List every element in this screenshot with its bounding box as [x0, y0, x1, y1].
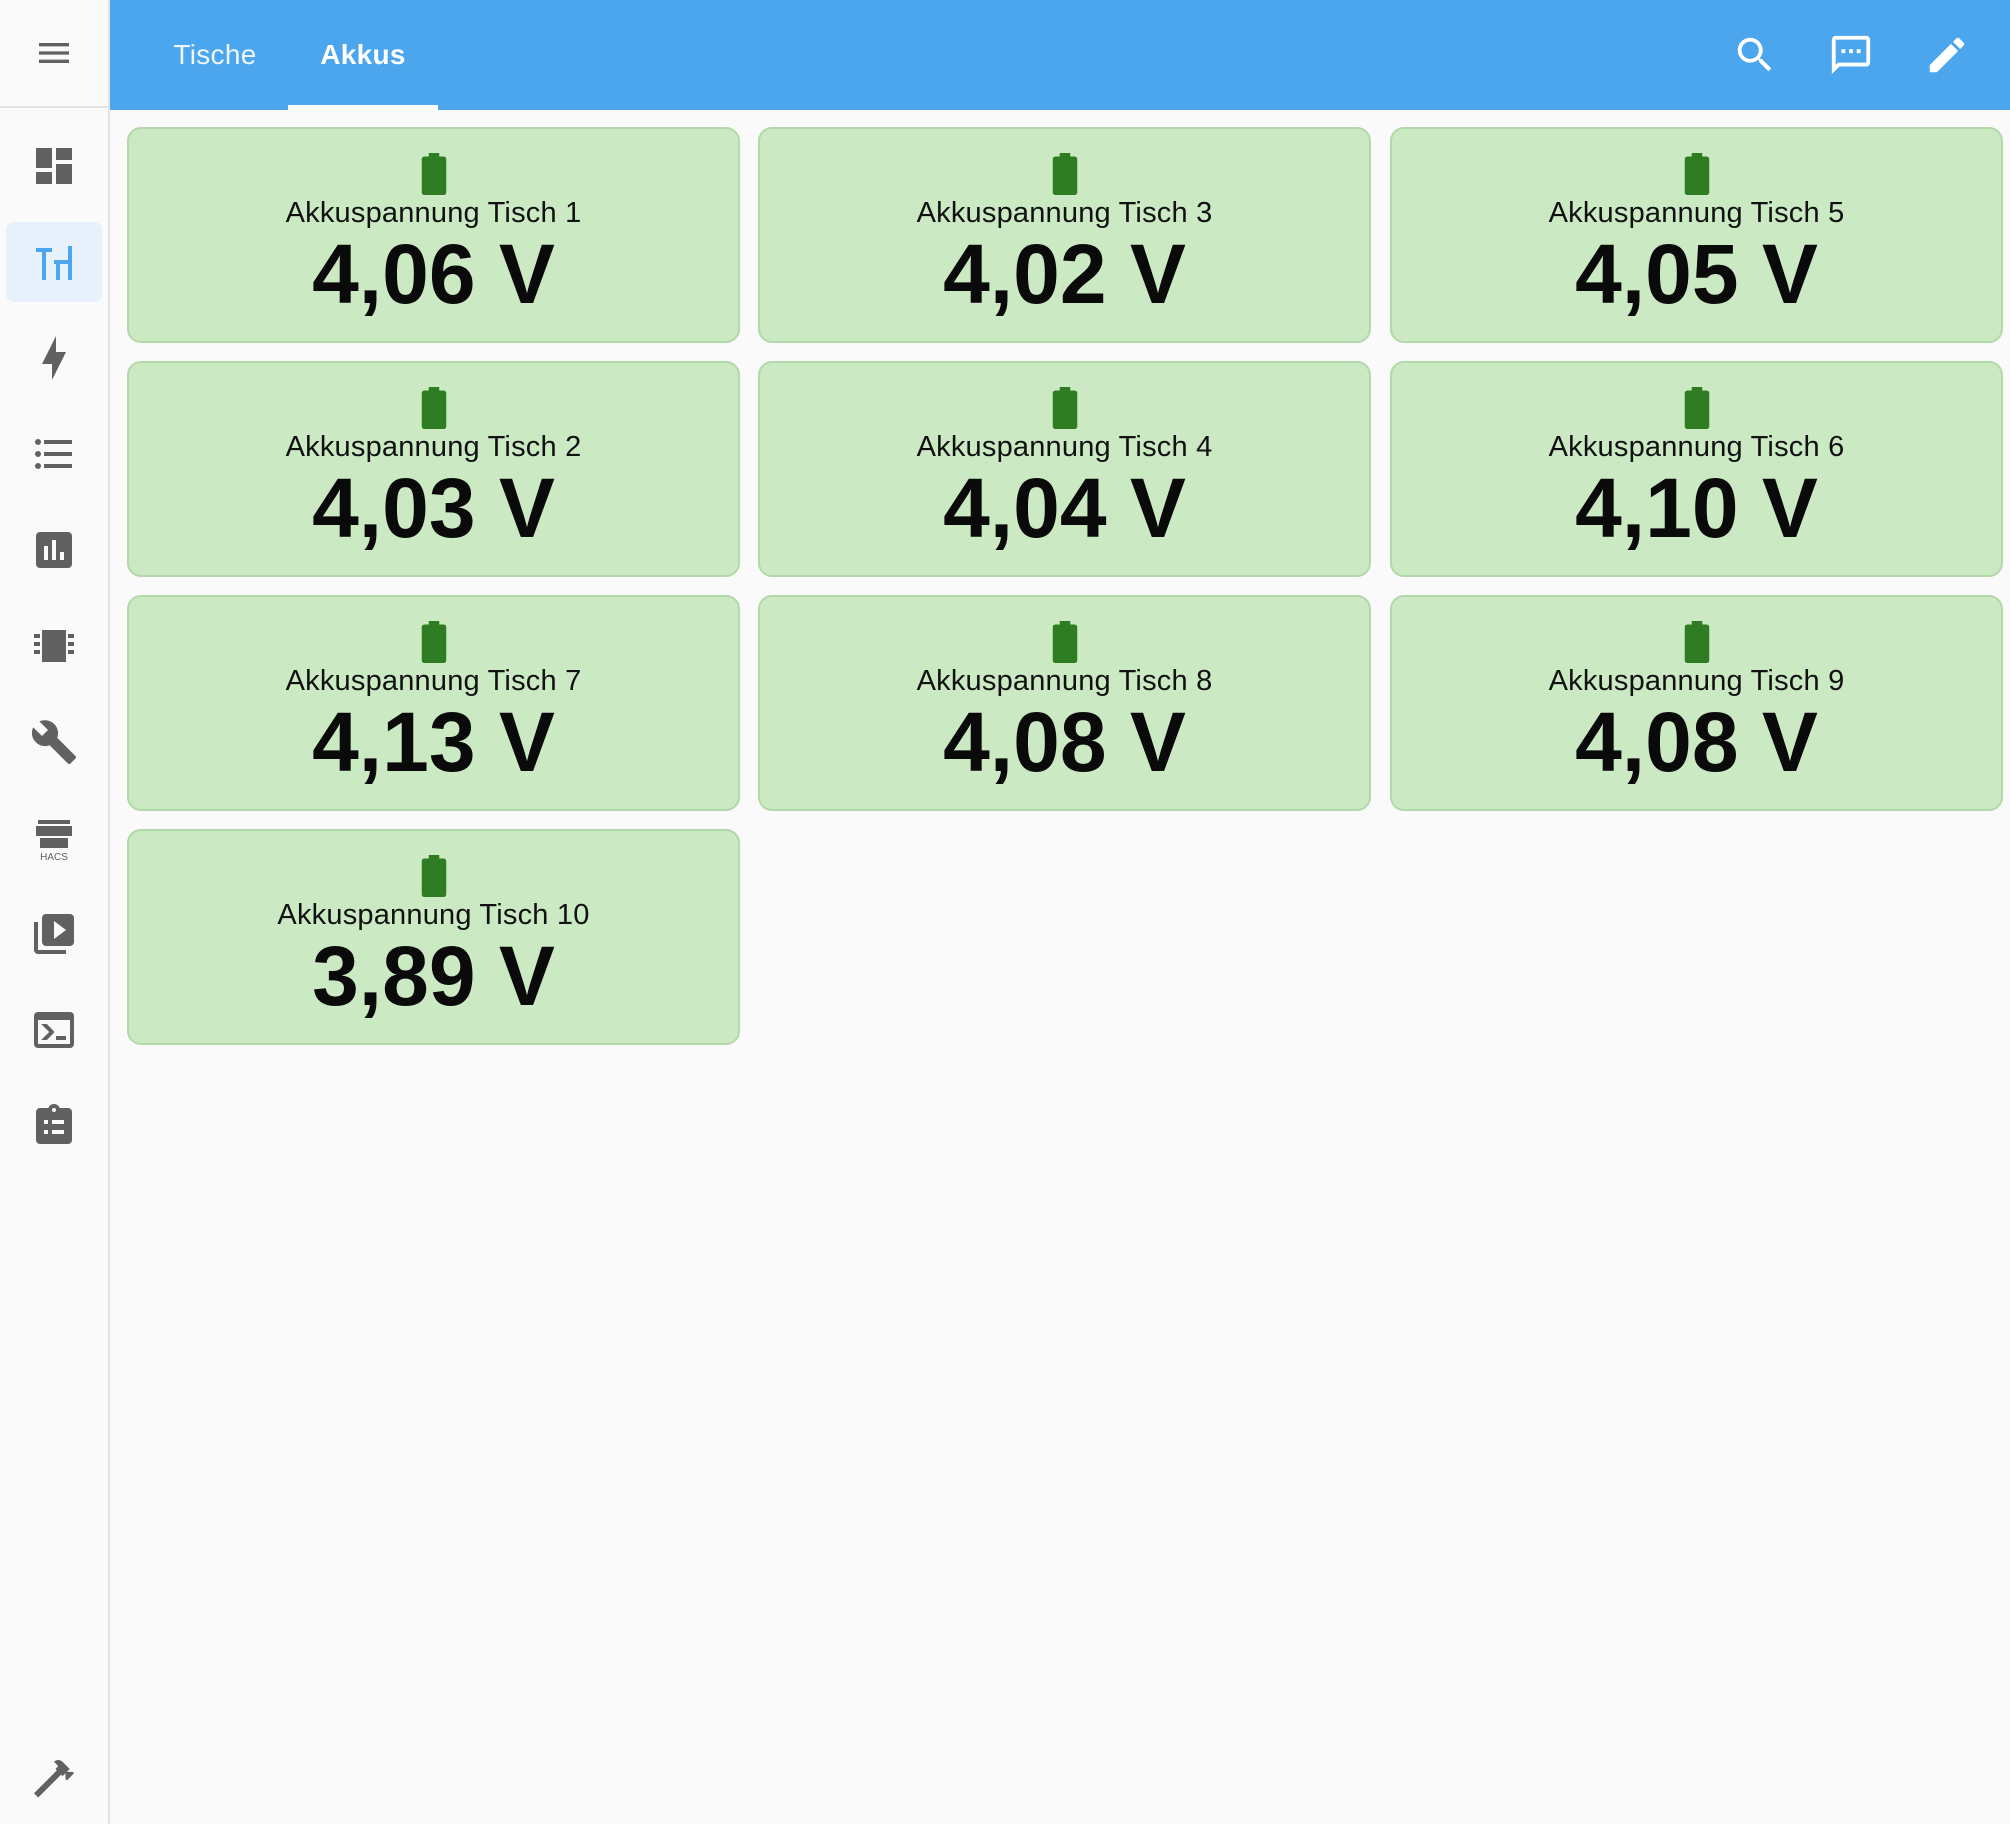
store-icon: HACS — [36, 820, 72, 862]
sidebar-item-todo[interactable] — [6, 1086, 102, 1166]
tab-tische-label: Tische — [173, 39, 257, 70]
card-name: Akkuspannung Tisch 9 — [1548, 665, 1845, 697]
sidebar-item-history[interactable] — [6, 510, 102, 590]
entity-card[interactable]: Akkuspannung Tisch 1 4,06 V — [127, 127, 740, 343]
play-box-multiple-icon — [34, 914, 74, 954]
tab-tische[interactable]: Tische — [160, 0, 270, 110]
sidebar-item-developer-tools[interactable] — [6, 1738, 102, 1818]
chart-box-icon — [36, 532, 72, 568]
card-value: 4,06 V — [312, 227, 555, 321]
card-value: 4,05 V — [1575, 227, 1818, 321]
entity-card[interactable]: Akkuspannung Tisch 6 4,10 V — [1390, 361, 2003, 577]
battery-icon — [1052, 387, 1077, 429]
toolbar: Tische Akkus — [110, 0, 2010, 110]
card-value: 3,89 V — [312, 929, 555, 1023]
entity-card[interactable]: Akkuspannung Tisch 9 4,08 V — [1390, 595, 2003, 811]
card-value: 4,08 V — [943, 695, 1186, 789]
assist-chat-icon — [1831, 35, 1871, 75]
console-icon — [34, 1012, 74, 1048]
sidebar-item-energy[interactable] — [6, 318, 102, 398]
battery-icon — [1684, 621, 1709, 663]
edit-pencil-icon — [1929, 37, 1965, 73]
hammer-icon — [34, 1759, 74, 1798]
entity-card[interactable]: Akkuspannung Tisch 8 4,08 V — [758, 595, 1371, 811]
card-value: 4,13 V — [312, 695, 555, 789]
sidebar-item-hacs[interactable]: HACS — [6, 798, 102, 878]
sidebar-item-overview[interactable] — [6, 126, 102, 206]
sidebar-item-media[interactable] — [6, 894, 102, 974]
card-name: Akkuspannung Tisch 8 — [916, 665, 1213, 697]
entity-card[interactable]: Akkuspannung Tisch 10 3,89 V — [127, 829, 740, 1045]
search-icon — [1737, 37, 1772, 72]
battery-icon — [421, 621, 446, 663]
format-list-icon — [35, 439, 72, 469]
card-value: 4,10 V — [1575, 461, 1818, 555]
card-name: Akkuspannung Tisch 3 — [916, 197, 1213, 229]
card-name: Akkuspannung Tisch 1 — [285, 197, 582, 229]
battery-icon — [421, 153, 446, 195]
dashboard-icon — [36, 148, 72, 184]
card-value: 4,04 V — [943, 461, 1186, 555]
sidebar-item-tische-dashboard[interactable] — [6, 222, 102, 302]
battery-icon — [1684, 387, 1709, 429]
battery-icon — [1684, 153, 1709, 195]
sidebar-item-logbook[interactable] — [6, 414, 102, 494]
card-value: 4,02 V — [943, 227, 1186, 321]
battery-icon — [1052, 153, 1077, 195]
chip-icon — [34, 630, 74, 662]
battery-icon — [421, 855, 446, 897]
card-name: Akkuspannung Tisch 10 — [277, 899, 590, 931]
sidebar: HACS — [0, 0, 110, 1824]
hacs-label: HACS — [40, 852, 68, 862]
card-name: Akkuspannung Tisch 2 — [285, 431, 582, 463]
card-value: 4,08 V — [1575, 695, 1818, 789]
wrench-icon — [31, 720, 76, 764]
entity-card[interactable]: Akkuspannung Tisch 3 4,02 V — [758, 127, 1371, 343]
table-custom-icon — [36, 246, 72, 280]
edit-dashboard-button[interactable] — [1919, 27, 1975, 83]
card-value: 4,03 V — [312, 461, 555, 555]
entity-card[interactable]: Akkuspannung Tisch 5 4,05 V — [1390, 127, 2003, 343]
battery-icon — [1052, 621, 1077, 663]
sidebar-item-esphome[interactable] — [6, 606, 102, 686]
tab-akkus[interactable]: Akkus — [288, 0, 438, 110]
entity-card[interactable]: Akkuspannung Tisch 7 4,13 V — [127, 595, 740, 811]
search-button[interactable] — [1727, 27, 1783, 83]
entity-card[interactable]: Akkuspannung Tisch 2 4,03 V — [127, 361, 740, 577]
clipboard-list-icon — [36, 1104, 72, 1144]
menu-button[interactable] — [0, 0, 108, 108]
battery-icon — [421, 387, 446, 429]
sidebar-item-settings-tools[interactable] — [6, 702, 102, 782]
sidebar-item-terminal[interactable] — [6, 990, 102, 1070]
entity-card[interactable]: Akkuspannung Tisch 4 4,04 V — [758, 361, 1371, 577]
assist-button[interactable] — [1823, 27, 1879, 83]
lightning-icon — [42, 336, 66, 380]
tab-akkus-label: Akkus — [320, 39, 406, 70]
card-name: Akkuspannung Tisch 6 — [1548, 431, 1845, 463]
hamburger-menu-icon — [39, 43, 69, 63]
card-name: Akkuspannung Tisch 4 — [916, 431, 1213, 463]
card-name: Akkuspannung Tisch 7 — [285, 665, 582, 697]
card-name: Akkuspannung Tisch 5 — [1548, 197, 1845, 229]
